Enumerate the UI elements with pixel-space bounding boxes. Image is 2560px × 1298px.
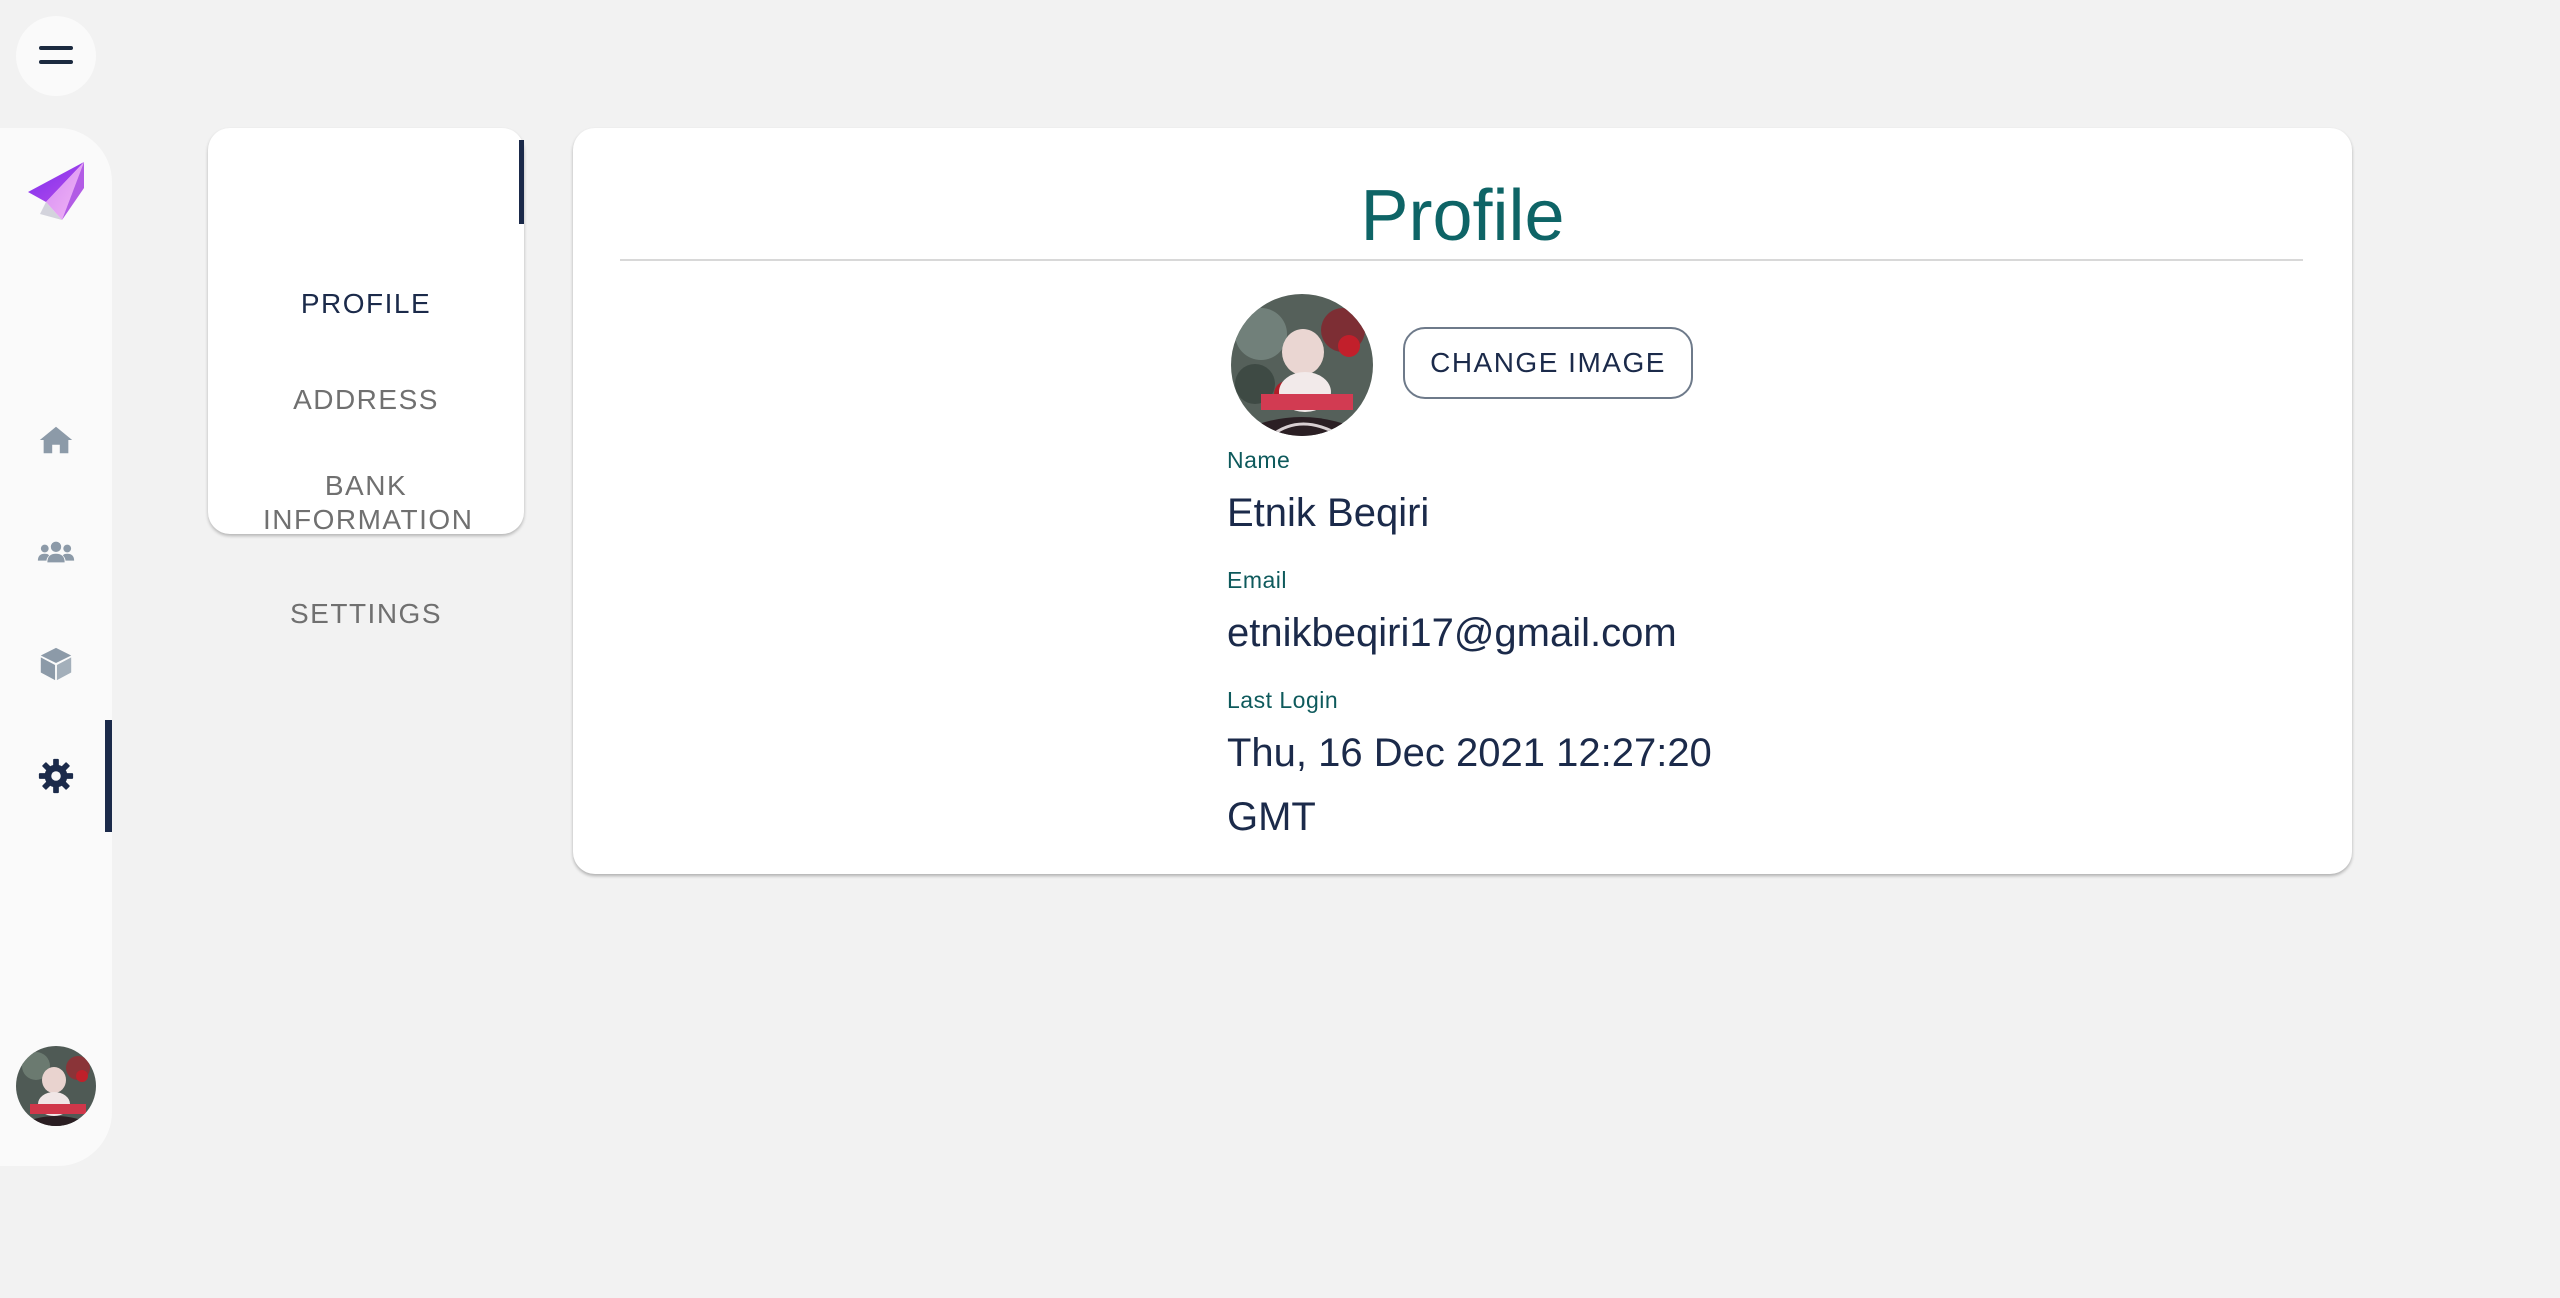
change-image-label: CHANGE IMAGE (1430, 347, 1666, 378)
tab-profile-label: PROFILE (300, 288, 432, 319)
name-label: Name (1227, 447, 1291, 473)
tab-address-label: ADDRESS (293, 384, 439, 415)
nav-home[interactable] (0, 392, 112, 488)
email-label: Email (1227, 567, 1288, 593)
menu-toggle-button[interactable] (16, 16, 96, 96)
profile-avatar (1231, 294, 1373, 436)
email-value: etnikbeqiri17@gmail.com (1227, 611, 1677, 655)
tab-settings-label: SETTINGS (289, 598, 442, 629)
title-divider (620, 259, 2303, 261)
last-login-value: Thu, 16 Dec 2021 12:27:20 GMT (1227, 731, 1712, 839)
hamburger-icon (39, 46, 73, 66)
nav-users[interactable] (0, 504, 112, 600)
page-title: Profile (1360, 176, 1565, 256)
tab-profile[interactable]: PROFILE (208, 287, 524, 321)
nav-settings[interactable] (0, 720, 112, 832)
nav-products[interactable] (0, 616, 112, 712)
active-tab-indicator (519, 140, 524, 224)
change-image-button[interactable]: CHANGE IMAGE (1403, 327, 1693, 399)
sidebar-rail (0, 128, 112, 1166)
user-avatar[interactable] (16, 1046, 96, 1126)
tab-bank-information-label: BANK INFORMATION (263, 470, 474, 535)
tab-bank-information[interactable]: BANK INFORMATION (208, 469, 524, 537)
last-login-label: Last Login (1227, 687, 1339, 713)
name-value: Etnik Beqiri (1227, 491, 1430, 535)
profile-subnav: PROFILE ADDRESS BANK INFORMATION SETTING… (208, 128, 524, 629)
profile-card: Profile CHANGE IMAGE Name Etnik Beqiri E… (573, 128, 2352, 874)
tab-address[interactable]: ADDRESS (208, 383, 524, 417)
tab-settings[interactable]: SETTINGS (208, 597, 524, 631)
users-icon (37, 541, 75, 563)
paper-plane-logo[interactable] (24, 158, 88, 238)
gear-icon (38, 758, 74, 794)
cube-icon (40, 647, 72, 681)
home-icon (39, 426, 73, 454)
